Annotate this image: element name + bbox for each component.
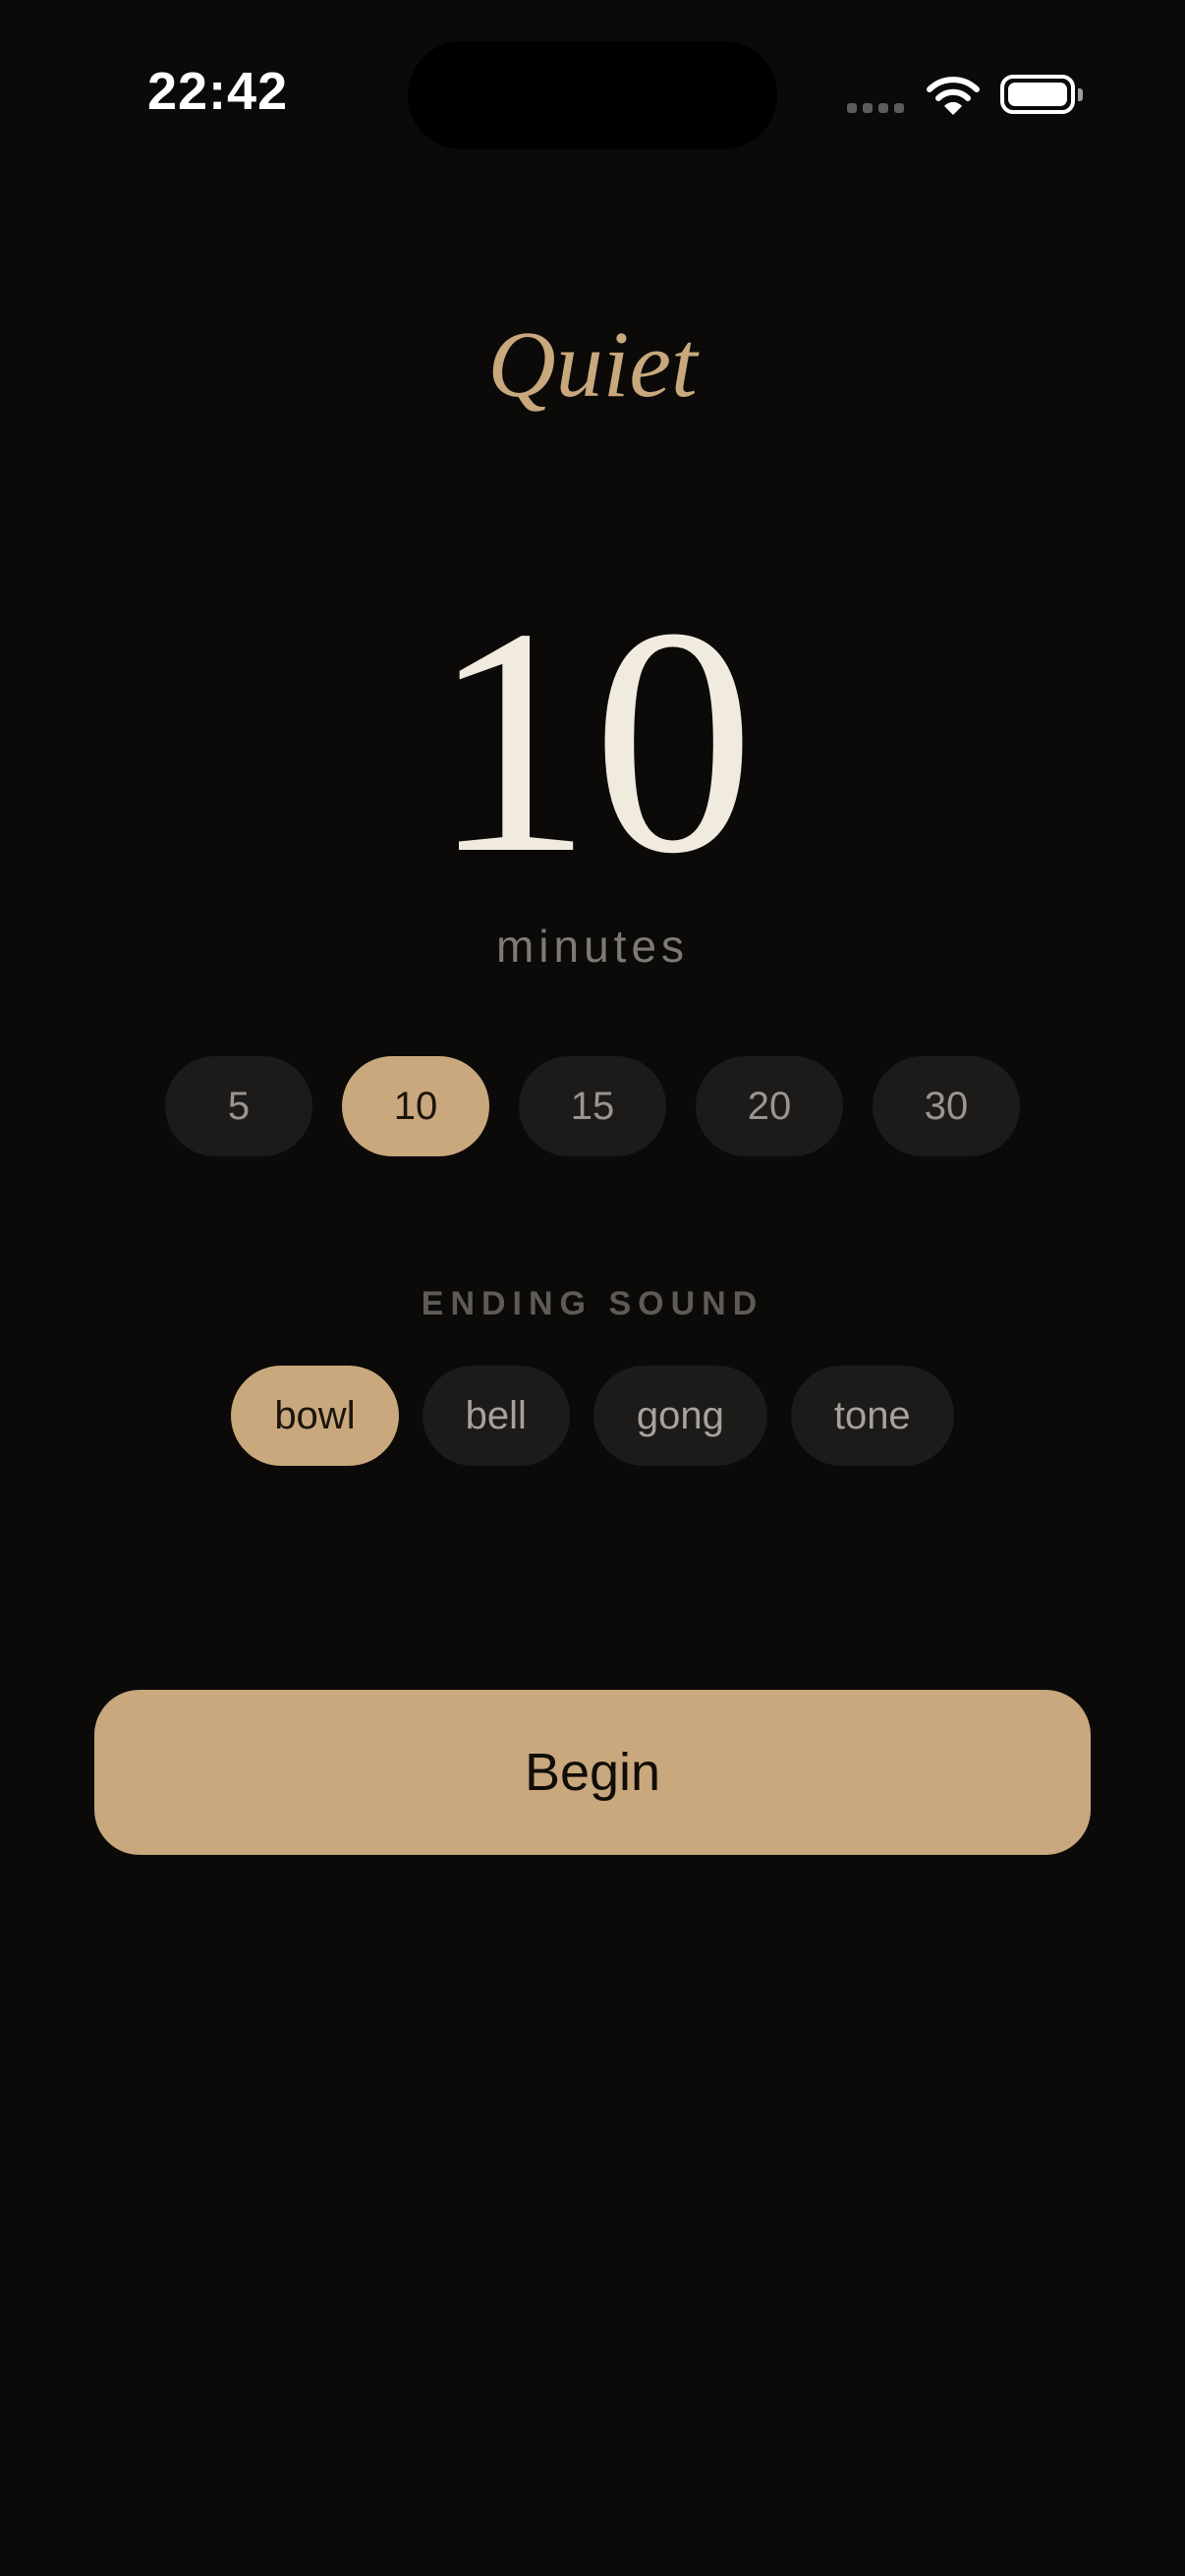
ending-sound-label: ENDING SOUND	[421, 1285, 764, 1322]
app-title: Quiet	[487, 311, 698, 417]
dynamic-island	[408, 41, 777, 149]
duration-option-20[interactable]: 20	[696, 1056, 843, 1156]
duration-option-15[interactable]: 15	[519, 1056, 666, 1156]
ending-sound-selector: bowl bell gong tone	[0, 1366, 1185, 1466]
duration-selector: 5 10 15 20 30	[0, 1056, 1185, 1156]
status-time: 22:42	[147, 62, 289, 121]
sound-option-bell[interactable]: bell	[422, 1366, 570, 1466]
duration-option-10[interactable]: 10	[342, 1056, 489, 1156]
duration-option-30[interactable]: 30	[873, 1056, 1020, 1156]
duration-unit-label: minutes	[495, 921, 690, 972]
sound-option-bowl[interactable]: bowl	[231, 1366, 399, 1466]
sound-option-gong[interactable]: gong	[592, 1366, 767, 1466]
wifi-icon	[927, 77, 980, 115]
sound-option-tone[interactable]: tone	[790, 1366, 954, 1466]
duration-option-5[interactable]: 5	[165, 1056, 312, 1156]
battery-icon	[1000, 75, 1083, 114]
duration-display: 10	[430, 562, 755, 921]
begin-button[interactable]: Begin	[94, 1690, 1091, 1855]
cellular-signal-icon	[847, 103, 904, 113]
